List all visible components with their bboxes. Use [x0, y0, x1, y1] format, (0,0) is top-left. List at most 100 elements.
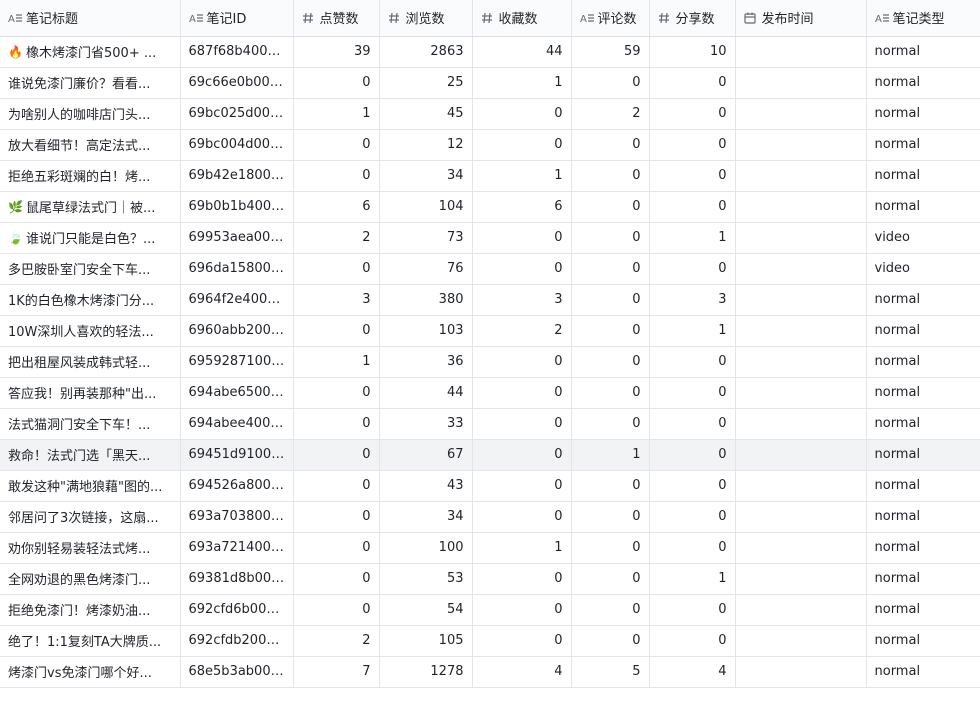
saves-cell[interactable]: 1 [472, 67, 572, 99]
publish-time-cell[interactable] [735, 656, 867, 688]
views-cell[interactable]: 25 [379, 67, 473, 99]
note-type-cell[interactable]: normal [866, 315, 980, 347]
views-cell[interactable]: 1278 [379, 656, 473, 688]
note-id-cell[interactable]: 69953aea000... [180, 222, 294, 254]
table-row[interactable]: 烤漆门vs免漆门哪个好... 68e5b3ab000... 7 1278 4 5 4 norm… [0, 656, 980, 688]
column-header-saves[interactable]: 收藏数 [472, 0, 572, 37]
table-row[interactable]: 🍃 谁说门只能是白色？... 69953aea000... 2 73 0 0 1 video [0, 222, 980, 254]
views-cell[interactable]: 105 [379, 625, 473, 657]
views-cell[interactable]: 103 [379, 315, 473, 347]
likes-cell[interactable]: 0 [293, 160, 380, 192]
note-type-cell[interactable]: normal [866, 191, 980, 223]
publish-time-cell[interactable] [735, 439, 867, 471]
shares-cell[interactable]: 0 [649, 408, 736, 440]
views-cell[interactable]: 45 [379, 98, 473, 130]
title-cell[interactable]: 邻居问了3次链接，这扇... [0, 501, 181, 533]
note-type-cell[interactable]: video [866, 222, 980, 254]
comments-cell[interactable]: 0 [571, 253, 650, 285]
comments-cell[interactable]: 0 [571, 129, 650, 161]
table-row[interactable]: 多巴胺卧室门安全下车... 696da158000... 0 76 0 0 0 video [0, 253, 980, 285]
saves-cell[interactable]: 6 [472, 191, 572, 223]
title-cell[interactable]: 烤漆门vs免漆门哪个好... [0, 656, 181, 688]
likes-cell[interactable]: 0 [293, 408, 380, 440]
table-row[interactable]: 把出租屋风装成韩式轻... 69592871000... 1 36 0 0 0 normal [0, 346, 980, 378]
saves-cell[interactable]: 0 [472, 222, 572, 254]
note-id-cell[interactable]: 6964f2e4000... [180, 284, 294, 316]
shares-cell[interactable]: 0 [649, 253, 736, 285]
comments-cell[interactable]: 0 [571, 67, 650, 99]
likes-cell[interactable]: 0 [293, 377, 380, 409]
views-cell[interactable]: 67 [379, 439, 473, 471]
likes-cell[interactable]: 0 [293, 594, 380, 626]
note-id-cell[interactable]: 69c66e0b000... [180, 67, 294, 99]
note-id-cell[interactable]: 6960abb2000... [180, 315, 294, 347]
note-type-cell[interactable]: normal [866, 594, 980, 626]
comments-cell[interactable]: 5 [571, 656, 650, 688]
comments-cell[interactable]: 0 [571, 563, 650, 595]
saves-cell[interactable]: 1 [472, 532, 572, 564]
shares-cell[interactable]: 0 [649, 191, 736, 223]
likes-cell[interactable]: 0 [293, 67, 380, 99]
note-type-cell[interactable]: normal [866, 470, 980, 502]
note-id-cell[interactable]: 696da158000... [180, 253, 294, 285]
publish-time-cell[interactable] [735, 594, 867, 626]
shares-cell[interactable]: 0 [649, 377, 736, 409]
title-cell[interactable]: 10W深圳人喜欢的轻法... [0, 315, 181, 347]
table-row[interactable]: 绝了！1:1复刻TA大牌质... 692cfdb2000... 2 105 0 0 0 nor… [0, 625, 980, 657]
views-cell[interactable]: 12 [379, 129, 473, 161]
comments-cell[interactable]: 0 [571, 625, 650, 657]
shares-cell[interactable]: 0 [649, 160, 736, 192]
likes-cell[interactable]: 39 [293, 36, 380, 68]
note-type-cell[interactable]: normal [866, 36, 980, 68]
note-id-cell[interactable]: 69b0b1b4000... [180, 191, 294, 223]
saves-cell[interactable]: 0 [472, 253, 572, 285]
publish-time-cell[interactable] [735, 160, 867, 192]
comments-cell[interactable]: 0 [571, 284, 650, 316]
saves-cell[interactable]: 2 [472, 315, 572, 347]
note-id-cell[interactable]: 69bc004d000... [180, 129, 294, 161]
shares-cell[interactable]: 0 [649, 532, 736, 564]
publish-time-cell[interactable] [735, 67, 867, 99]
comments-cell[interactable]: 0 [571, 532, 650, 564]
shares-cell[interactable]: 10 [649, 36, 736, 68]
saves-cell[interactable]: 0 [472, 129, 572, 161]
note-type-cell[interactable]: normal [866, 377, 980, 409]
publish-time-cell[interactable] [735, 377, 867, 409]
title-cell[interactable]: 🌿 鼠尾草绿法式门｜被... [0, 191, 181, 223]
shares-cell[interactable]: 0 [649, 129, 736, 161]
note-type-cell[interactable]: normal [866, 501, 980, 533]
views-cell[interactable]: 43 [379, 470, 473, 502]
comments-cell[interactable]: 0 [571, 222, 650, 254]
comments-cell[interactable]: 0 [571, 191, 650, 223]
shares-cell[interactable]: 0 [649, 594, 736, 626]
note-type-cell[interactable]: normal [866, 656, 980, 688]
note-id-cell[interactable]: 69381d8b000... [180, 563, 294, 595]
note-id-cell[interactable]: 692cfd6b000... [180, 594, 294, 626]
note-id-cell[interactable]: 693a7038000... [180, 501, 294, 533]
shares-cell[interactable]: 3 [649, 284, 736, 316]
title-cell[interactable]: 敢发这种"满地狼藉"图的... [0, 470, 181, 502]
table-row[interactable]: 邻居问了3次链接，这扇... 693a7038000... 0 34 0 0 0 normal [0, 501, 980, 533]
likes-cell[interactable]: 2 [293, 222, 380, 254]
shares-cell[interactable]: 0 [649, 625, 736, 657]
likes-cell[interactable]: 0 [293, 563, 380, 595]
comments-cell[interactable]: 0 [571, 346, 650, 378]
note-id-cell[interactable]: 693a7214000... [180, 532, 294, 564]
views-cell[interactable]: 2863 [379, 36, 473, 68]
comments-cell[interactable]: 0 [571, 377, 650, 409]
saves-cell[interactable]: 0 [472, 408, 572, 440]
publish-time-cell[interactable] [735, 470, 867, 502]
note-id-cell[interactable]: 69bc025d000... [180, 98, 294, 130]
views-cell[interactable]: 36 [379, 346, 473, 378]
saves-cell[interactable]: 0 [472, 563, 572, 595]
publish-time-cell[interactable] [735, 36, 867, 68]
publish-time-cell[interactable] [735, 408, 867, 440]
publish-time-cell[interactable] [735, 346, 867, 378]
publish-time-cell[interactable] [735, 253, 867, 285]
saves-cell[interactable]: 44 [472, 36, 572, 68]
shares-cell[interactable]: 1 [649, 315, 736, 347]
table-row[interactable]: 🌿 鼠尾草绿法式门｜被... 69b0b1b4000... 6 104 6 0 0 normal [0, 191, 980, 223]
saves-cell[interactable]: 0 [472, 346, 572, 378]
comments-cell[interactable]: 1 [571, 439, 650, 471]
views-cell[interactable]: 54 [379, 594, 473, 626]
